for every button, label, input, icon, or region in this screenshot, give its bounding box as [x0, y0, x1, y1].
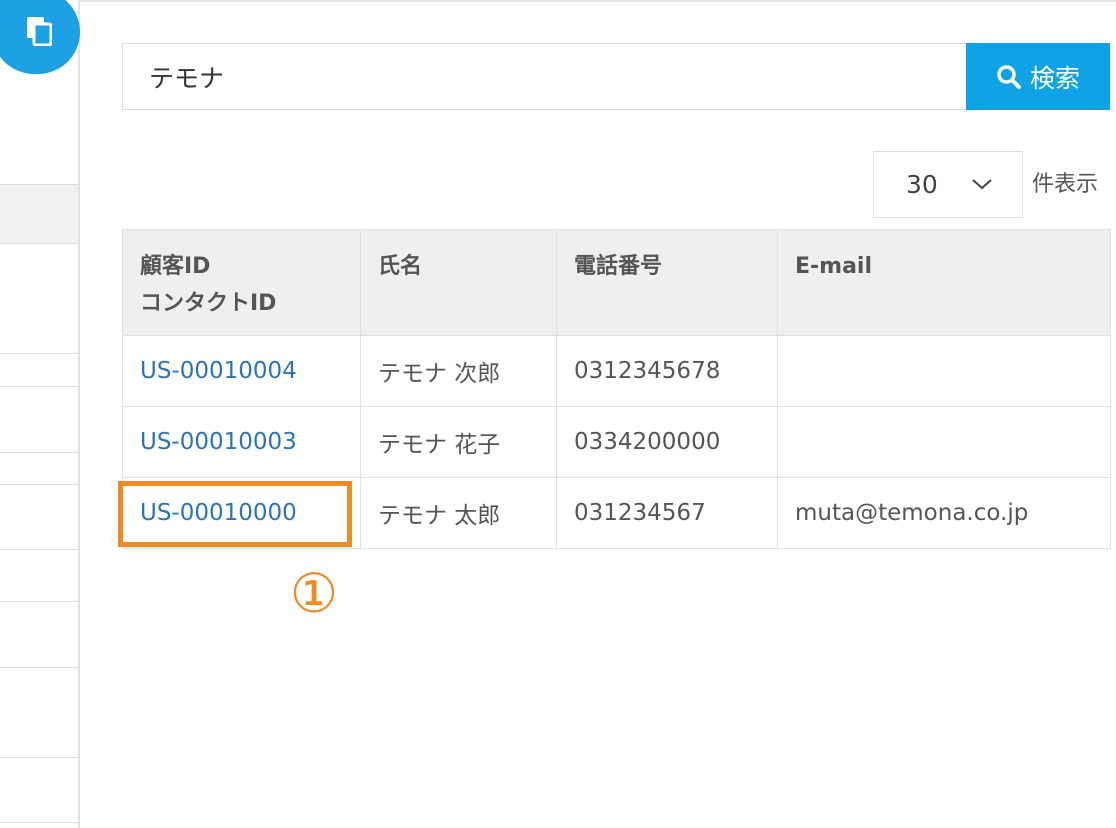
column-header-line: コンタクトID	[140, 291, 277, 316]
column-header-email[interactable]: E-mail	[777, 229, 1111, 336]
table-row: US-00010003 テモナ 花子 0334200000	[122, 406, 1111, 478]
sidebar-divider	[0, 822, 78, 823]
search-button[interactable]: 検索	[966, 43, 1110, 110]
email-cell: muta@temona.co.jp	[777, 477, 1111, 549]
sidebar-header-row	[0, 184, 78, 244]
phone-cell: 0312345678	[556, 335, 778, 407]
documents-icon	[27, 17, 52, 46]
per-page-value: 30	[906, 170, 938, 199]
phone-cell: 0334200000	[556, 406, 778, 478]
customer-name-cell: テモナ 次郎	[360, 335, 557, 407]
column-header-line: 顧客ID	[140, 254, 211, 279]
column-header-customer-id[interactable]: 顧客ID コンタクトID	[122, 229, 361, 336]
annotation-step-number: ①	[289, 562, 339, 625]
sidebar-divider	[0, 667, 78, 668]
chevron-down-icon	[972, 179, 992, 190]
email-cell	[777, 335, 1111, 407]
per-page-select[interactable]: 30	[873, 151, 1023, 218]
email-cell	[777, 406, 1111, 478]
search-icon	[997, 64, 1021, 89]
sidebar-divider	[0, 601, 78, 602]
sidebar-divider	[0, 484, 78, 485]
column-header-line: 氏名	[378, 254, 423, 279]
sidebar-documents-button[interactable]	[0, 0, 80, 74]
search-button-label: 検索	[1029, 63, 1080, 93]
sidebar-divider	[0, 386, 78, 387]
annotation-highlight-box	[118, 481, 352, 547]
column-header-line: 電話番号	[574, 254, 663, 279]
sidebar-divider	[0, 757, 78, 758]
table-row: US-00010004 テモナ 次郎 0312345678	[122, 335, 1111, 407]
table-header-row: 顧客ID コンタクトID 氏名 電話番号 E-mail	[122, 229, 1111, 336]
phone-cell: 031234567	[556, 477, 778, 549]
customer-name-cell: テモナ 太郎	[360, 477, 557, 549]
sidebar-divider	[0, 452, 78, 453]
sidebar-divider	[0, 353, 78, 354]
customer-id-link[interactable]: US-00010003	[122, 406, 361, 478]
sidebar	[0, 0, 80, 828]
top-border	[80, 0, 1116, 2]
per-page-label: 件表示	[1032, 172, 1099, 197]
column-header-line: E-mail	[795, 254, 873, 279]
sidebar-divider	[0, 549, 78, 550]
customer-id-link[interactable]: US-00010004	[122, 335, 361, 407]
customer-name-cell: テモナ 花子	[360, 406, 557, 478]
search-input[interactable]	[122, 43, 967, 110]
column-header-name[interactable]: 氏名	[360, 229, 557, 336]
column-header-phone[interactable]: 電話番号	[556, 229, 778, 336]
